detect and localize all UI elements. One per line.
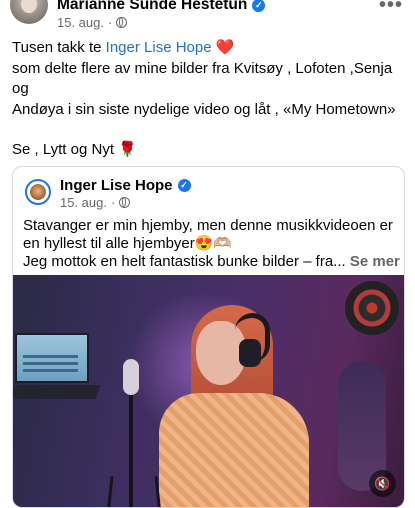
post-meta: 15. aug. ·	[57, 15, 128, 30]
meta-separator: ·	[111, 195, 116, 210]
shared-post-author[interactable]: Inger Lise Hope ✓	[60, 177, 191, 194]
music-video-player[interactable]: 🔇	[13, 275, 404, 507]
post-text-line-1: Tusen takk te Inger Lise Hope ❤️	[12, 38, 408, 59]
globe-icon	[119, 197, 131, 208]
studio-monitor-image	[15, 333, 89, 383]
post-text-line-3: Andøya i sin siste nydelige video og låt…	[12, 100, 396, 118]
headphone-cup-image	[239, 339, 261, 367]
more-options-button[interactable]: •••	[379, 0, 403, 17]
dartboard-image	[345, 281, 399, 335]
meta-separator: ·	[108, 15, 113, 30]
mute-icon[interactable]: 🔇	[369, 470, 396, 497]
post-text-span: Tusen takk te	[12, 39, 106, 56]
globe-icon	[116, 17, 128, 28]
shared-text-line-1: Stavanger er min hjemby, men denne musik…	[23, 217, 393, 234]
avatar-face	[21, 0, 37, 13]
singer-sweater-image	[159, 393, 309, 507]
post-text-line-2: som delte flere av mine bilder fra Kvits…	[12, 59, 393, 98]
mention-link[interactable]: Inger Lise Hope	[106, 39, 212, 56]
post-text-span: Se , Lytt og Nyt	[12, 141, 119, 158]
shared-author-name[interactable]: Inger Lise Hope	[60, 177, 173, 194]
shared-author-avatar[interactable]	[25, 179, 51, 205]
shared-text-line-2: en hyllest til alle hjembyer😍🫶🏼	[23, 235, 233, 252]
shared-post-date[interactable]: 15. aug.	[60, 195, 107, 210]
verified-icon: ✓	[177, 179, 191, 192]
rose-emoji: 🌹	[118, 141, 137, 158]
post-author-name[interactable]: Marianne Sunde Hestetun	[57, 0, 247, 14]
shared-text-line-3: Jeg mottok en helt fantastisk bunke bild…	[23, 253, 400, 271]
shared-post-text: Stavanger er min hjemby, men denne musik…	[23, 217, 400, 271]
heart-emoji: ❤️	[211, 39, 235, 56]
shared-text-span: Jeg mottok en helt fantastisk bunke bild…	[23, 253, 346, 270]
post-text-line-4: Se , Lytt og Nyt 🌹	[12, 140, 408, 161]
post-author[interactable]: Marianne Sunde Hestetun ✓	[57, 0, 266, 14]
tripod-image	[107, 476, 161, 507]
author-avatar[interactable]	[10, 0, 48, 24]
post-date[interactable]: 15. aug.	[57, 15, 104, 30]
shared-avatar-image	[30, 184, 46, 200]
verified-icon: ✓	[252, 0, 266, 12]
see-more-link[interactable]: Se mer	[350, 253, 400, 270]
microphone-image	[123, 359, 139, 395]
keyboard-image	[13, 385, 101, 399]
shared-post-meta: 15. aug. ·	[60, 195, 131, 210]
shared-post-card[interactable]: Inger Lise Hope ✓ 15. aug. · Stavanger e…	[12, 166, 405, 508]
